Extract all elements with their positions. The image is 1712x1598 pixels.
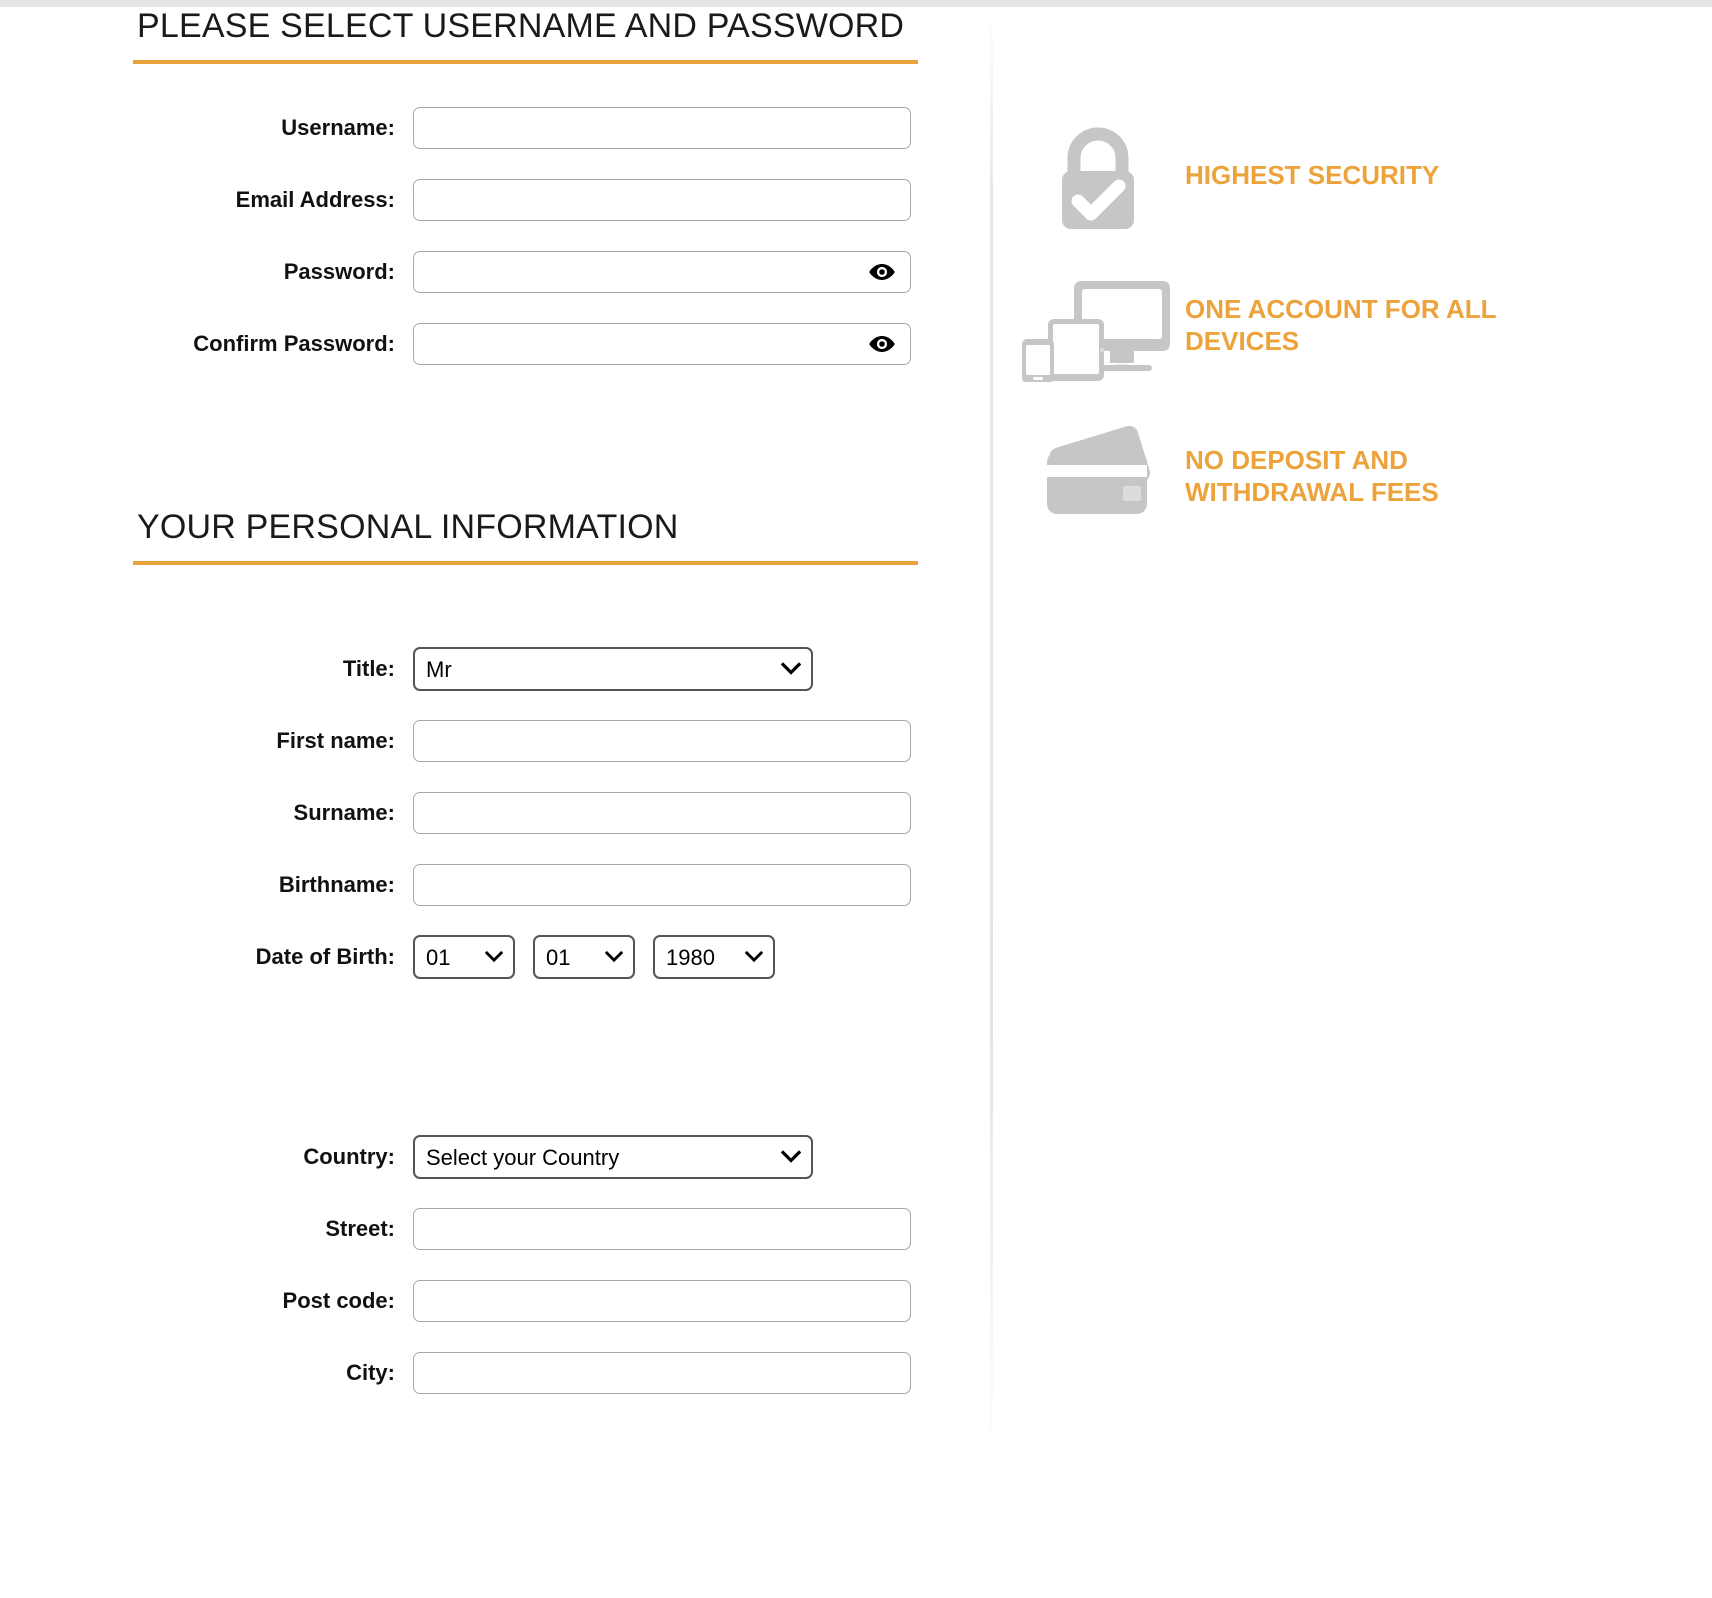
country-row: Country: Select your Country: [133, 1121, 923, 1193]
benefit-one-account: ONE ACCOUNT FOR ALL DEVICES: [1010, 277, 1570, 382]
email-row: Email Address:: [133, 164, 923, 236]
city-label: City:: [346, 1360, 395, 1385]
country-label: Country:: [303, 1144, 395, 1169]
surname-label: Surname:: [293, 800, 395, 825]
benefit-highest-security: HIGHEST SECURITY: [1010, 125, 1570, 235]
top-strip: [0, 0, 1712, 7]
title-select-wrap: Mr: [413, 647, 813, 691]
date-of-birth-group: 01 01 1980: [413, 935, 775, 979]
title-row: Title: Mr: [133, 633, 923, 705]
street-label: Street:: [325, 1216, 395, 1241]
benefit-label: NO DEPOSIT AND WITHDRAWAL FEES: [1185, 445, 1439, 508]
surname-input[interactable]: [413, 792, 911, 834]
password-row: Password:: [133, 236, 923, 308]
dob-year-wrap: 1980: [653, 935, 775, 979]
post-code-input[interactable]: [413, 1280, 911, 1322]
surname-row: Surname:: [133, 777, 923, 849]
username-row: Username:: [133, 92, 923, 164]
dob-year-select[interactable]: 1980: [653, 935, 775, 979]
date-of-birth-row: Date of Birth: 01 01 1980: [133, 921, 923, 993]
confirm-password-input[interactable]: [413, 323, 911, 365]
birthname-input[interactable]: [413, 864, 911, 906]
city-row: City:: [133, 1337, 923, 1409]
password-input[interactable]: [413, 251, 911, 293]
username-input[interactable]: [413, 107, 911, 149]
post-code-label: Post code:: [282, 1288, 395, 1313]
username-label: Username:: [281, 115, 395, 140]
benefits-list: HIGHEST SECURITY ONE ACCOUNT FOR ALL DEV…: [1010, 125, 1570, 564]
first-name-input[interactable]: [413, 720, 911, 762]
dob-day-select[interactable]: 01: [413, 935, 515, 979]
account-section-rule: [133, 60, 918, 64]
title-select[interactable]: Mr: [413, 647, 813, 691]
show-confirm-password-icon[interactable]: [869, 334, 895, 354]
confirm-password-label: Confirm Password:: [193, 331, 395, 356]
personal-section-title: YOUR PERSONAL INFORMATION: [137, 508, 679, 546]
credit-cards-icon: [1010, 422, 1185, 522]
birthname-label: Birthname:: [278, 872, 395, 897]
dob-month-select[interactable]: 01: [533, 935, 635, 979]
confirm-password-row: Confirm Password:: [133, 308, 923, 380]
country-select[interactable]: Select your Country: [413, 1135, 813, 1179]
show-password-icon[interactable]: [869, 262, 895, 282]
dob-day-wrap: 01: [413, 935, 515, 979]
account-section-title: PLEASE SELECT USERNAME AND PASSWORD: [137, 7, 905, 45]
first-name-row: First name:: [133, 705, 923, 777]
street-input[interactable]: [413, 1208, 911, 1250]
registration-form: PLEASE SELECT USERNAME AND PASSWORD User…: [133, 7, 923, 1409]
password-label: Password:: [283, 259, 395, 284]
registration-page: PLEASE SELECT USERNAME AND PASSWORD User…: [0, 7, 1712, 1598]
benefit-label: HIGHEST SECURITY: [1185, 160, 1440, 190]
street-row: Street:: [133, 1193, 923, 1265]
city-input[interactable]: [413, 1352, 911, 1394]
benefit-label: ONE ACCOUNT FOR ALL DEVICES: [1185, 294, 1497, 357]
personal-section-rule: [133, 561, 918, 565]
dob-month-wrap: 01: [533, 935, 635, 979]
post-code-row: Post code:: [133, 1265, 923, 1337]
email-label: Email Address:: [235, 187, 395, 212]
lock-check-icon: [1010, 125, 1185, 235]
birthname-row: Birthname:: [133, 849, 923, 921]
email-input[interactable]: [413, 179, 911, 221]
date-of-birth-label: Date of Birth:: [255, 944, 395, 969]
country-select-wrap: Select your Country: [413, 1135, 813, 1179]
first-name-label: First name:: [276, 728, 395, 753]
multi-device-icon: [1010, 277, 1185, 382]
benefit-no-fees: NO DEPOSIT AND WITHDRAWAL FEES: [1010, 422, 1570, 522]
column-divider: [990, 7, 993, 1467]
title-label: Title:: [342, 656, 395, 681]
